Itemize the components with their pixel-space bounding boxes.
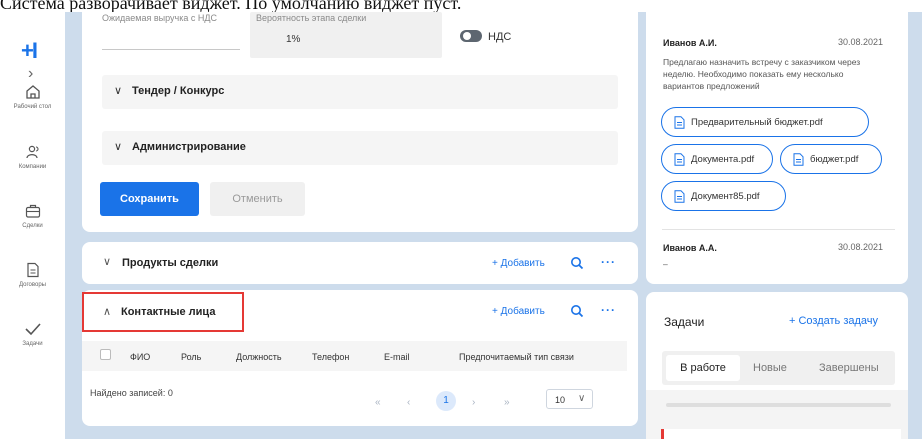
chevron-down-icon: ∨: [578, 393, 586, 404]
chevron-down-icon: ∨: [114, 85, 123, 97]
caption-text: Система разворачивает виджет. По умолчан…: [0, 0, 922, 12]
nav-item-label: Договоры: [19, 282, 46, 288]
feed-date: 30.08.2021: [838, 242, 884, 252]
feed-date: 30.08.2021: [838, 37, 884, 47]
feed-divider: [662, 229, 895, 230]
document-icon: [26, 262, 39, 278]
tab-completed[interactable]: Завершены: [819, 362, 879, 374]
feed-message: –: [663, 259, 668, 269]
nav-item-label: Компании: [18, 164, 47, 170]
select-all-checkbox[interactable]: [100, 349, 111, 360]
records-found: Найдено записей: 0: [90, 388, 173, 398]
products-widget-title[interactable]: Продукты сделки: [122, 257, 218, 269]
file-icon: [674, 190, 685, 203]
section-tender[interactable]: ∨ Тендер / Конкурс: [102, 75, 618, 109]
last-page-button[interactable]: »: [504, 397, 510, 408]
attachment-file[interactable]: Предварительный бюджет.pdf: [661, 107, 869, 137]
column-header[interactable]: E-mail: [384, 352, 410, 362]
more-icon[interactable]: ···: [601, 303, 616, 317]
more-icon[interactable]: ···: [601, 255, 616, 269]
probability-field-label: Вероятность этапа сделки: [256, 13, 367, 23]
column-header[interactable]: Должность: [236, 352, 282, 362]
file-icon: [793, 153, 804, 166]
file-icon: [674, 116, 685, 129]
page-size-select[interactable]: 10 ∨: [546, 389, 593, 409]
vat-toggle[interactable]: [460, 30, 482, 42]
probability-field-value: 1%: [286, 34, 301, 45]
home-icon: [25, 85, 40, 99]
chevron-up-icon[interactable]: ∧: [103, 305, 111, 318]
nav-item-contracts[interactable]: Договоры: [0, 261, 65, 288]
contacts-add-link[interactable]: + Добавить: [492, 306, 545, 317]
save-button[interactable]: Сохранить: [100, 182, 199, 216]
chevron-down-icon[interactable]: ∨: [103, 255, 111, 268]
next-page-button[interactable]: ›: [472, 397, 475, 408]
attachment-file[interactable]: бюджет.pdf: [780, 144, 882, 174]
cancel-button[interactable]: Отменить: [210, 182, 305, 216]
revenue-field[interactable]: [102, 49, 240, 50]
first-page-button[interactable]: «: [375, 397, 381, 408]
tasks-title: Задачи: [664, 315, 705, 329]
page-size-value: 10: [555, 395, 566, 405]
people-icon: [25, 145, 39, 159]
tasks-scrollbar[interactable]: [666, 403, 891, 407]
tab-in-progress[interactable]: В работе: [666, 355, 740, 381]
tab-new[interactable]: Новые: [753, 362, 787, 374]
file-name: бюджет.pdf: [810, 154, 859, 165]
column-header[interactable]: ФИО: [130, 352, 150, 362]
nav-item-deals[interactable]: Сделки: [0, 202, 65, 229]
file-name: Предварительный бюджет.pdf: [691, 117, 823, 128]
briefcase-icon: [25, 204, 40, 218]
search-icon[interactable]: [570, 256, 584, 270]
attachment-file[interactable]: Документа.pdf: [661, 144, 773, 174]
create-task-link[interactable]: + Создать задачу: [789, 315, 878, 327]
attachment-file[interactable]: Документ85.pdf: [661, 181, 786, 211]
nav-item-label: Сделки: [22, 223, 43, 229]
app-logo[interactable]: +I: [21, 38, 38, 64]
current-page[interactable]: 1: [436, 391, 456, 411]
feed-message: Предлагаю назначить встречу с заказчиком…: [663, 57, 861, 91]
file-name: Документ85.pdf: [691, 191, 760, 202]
feed-author: Иванов А.А.: [663, 243, 717, 253]
task-card[interactable]: [661, 429, 901, 439]
column-header[interactable]: Роль: [181, 352, 201, 362]
file-name: Документа.pdf: [691, 154, 755, 165]
revenue-field-label: Ожидаемая выручка с НДС: [102, 13, 217, 23]
section-title: Тендер / Конкурс: [132, 85, 225, 97]
section-title: Администрирование: [132, 141, 246, 153]
nav-item-desktop[interactable]: Рабочий стол: [0, 83, 65, 110]
column-header[interactable]: Телефон: [312, 352, 349, 362]
chevron-down-icon: ∨: [114, 141, 123, 153]
check-icon: [24, 323, 41, 336]
nav-item-label: Рабочий стол: [13, 104, 52, 110]
vat-toggle-label: НДС: [488, 31, 512, 43]
contacts-widget-title[interactable]: Контактные лица: [121, 306, 215, 318]
prev-page-button[interactable]: ‹: [407, 397, 410, 408]
column-header[interactable]: Предпочитаемый тип связи: [459, 352, 574, 362]
feed-author: Иванов А.И.: [663, 38, 717, 48]
nav-item-label: Задачи: [22, 341, 43, 347]
file-icon: [674, 153, 685, 166]
products-add-link[interactable]: + Добавить: [492, 258, 545, 269]
section-administration[interactable]: ∨ Администрирование: [102, 131, 618, 165]
nav-item-companies[interactable]: Компании: [0, 143, 65, 170]
nav-expand-chevron-icon[interactable]: ›: [28, 65, 33, 83]
search-icon[interactable]: [570, 304, 584, 318]
nav-item-tasks[interactable]: Задачи: [0, 320, 65, 347]
